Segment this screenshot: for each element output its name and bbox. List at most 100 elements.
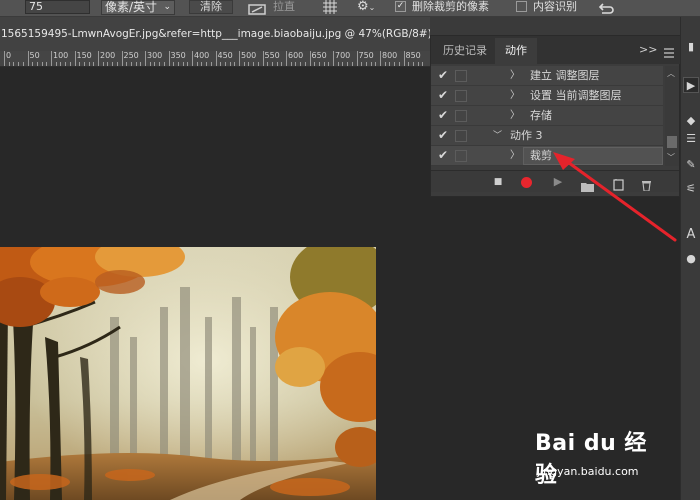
panel-collapse-icon[interactable]: >> (639, 44, 657, 56)
ruler-minor-tick (182, 62, 184, 66)
dialog-toggle-box[interactable] (455, 150, 467, 162)
ruler-minor-tick (267, 62, 269, 66)
ruler-minor-tick (328, 62, 330, 66)
chevron-down-icon[interactable]: ﹀ (493, 129, 503, 143)
ruler-minor-tick (412, 62, 414, 66)
check-icon[interactable]: ✔ (436, 128, 450, 142)
ruler-tick (192, 51, 193, 66)
ruler-label: 400 (194, 51, 210, 60)
ruler-minor-tick (394, 62, 396, 66)
play-panel-icon[interactable]: ▶ (683, 77, 699, 93)
ruler-label: 700 (335, 51, 351, 60)
ruler-tick (380, 51, 381, 66)
ruler-label: 100 (53, 51, 69, 60)
resolution-value-field[interactable]: 75 (25, 0, 90, 14)
ruler-minor-tick (389, 62, 391, 66)
ruler-label: 450 (217, 51, 233, 60)
ruler-minor-tick (281, 62, 283, 66)
ruler-minor-tick (163, 62, 165, 66)
unit-select[interactable]: 像素/英寸 ⌄ (101, 0, 175, 15)
ruler-minor-tick (337, 62, 339, 66)
check-icon[interactable]: ✔ (436, 108, 450, 122)
ruler-minor-tick (243, 62, 245, 66)
ruler-minor-tick (384, 62, 386, 66)
document-tab[interactable]: 1565159495-LmwnAvogEr.jpg&refer=http___i… (0, 17, 430, 51)
ruler-label: 50 (29, 51, 40, 60)
tab-actions[interactable]: 动作 (495, 38, 537, 64)
panel-tab-bar: 历史记录 动作 >> (431, 36, 681, 64)
ruler-minor-tick (206, 62, 208, 66)
ruler-minor-tick (173, 62, 175, 66)
straighten-button[interactable]: 拉直 (273, 0, 303, 13)
reset-icon[interactable] (597, 0, 617, 15)
right-tool-strip: ▮ ▶ ◆ ☰ ✎ ⚟ A ● (680, 17, 700, 500)
ruler-minor-tick (253, 62, 255, 66)
ruler-minor-tick (314, 62, 316, 66)
brush-settings-icon[interactable]: ⚟ (683, 181, 699, 197)
check-icon[interactable]: ✔ (436, 148, 450, 162)
delete-cropped-label: 删除裁剪的像素 (412, 0, 489, 13)
action-row-label: 建立 调整图层 (530, 69, 600, 82)
ruler-minor-tick (365, 62, 367, 66)
ruler-minor-tick (93, 62, 95, 66)
ruler-tick (145, 51, 146, 66)
scrollbar-thumb[interactable] (667, 136, 677, 148)
action-row-label: 设置 当前调整图层 (530, 89, 622, 102)
ruler-minor-tick (13, 62, 15, 66)
delete-cropped-checkbox[interactable]: ✓ (395, 1, 406, 12)
ruler-minor-tick (271, 62, 273, 66)
ruler-minor-tick (107, 62, 109, 66)
dialog-toggle-box[interactable] (455, 90, 467, 102)
panel-icon[interactable]: ▮ (683, 39, 699, 55)
character-icon[interactable]: A (683, 227, 699, 243)
check-icon[interactable]: ✔ (436, 88, 450, 102)
ruler-tick (239, 51, 240, 66)
dialog-toggle-box[interactable] (455, 110, 467, 122)
ruler-minor-tick (46, 62, 48, 66)
cube-icon[interactable]: ◆ (683, 113, 699, 129)
scroll-up-icon[interactable]: ︿ (667, 68, 675, 79)
ruler-label: 800 (382, 51, 398, 60)
action-row[interactable]: ✔ 〉 存储 (431, 106, 663, 126)
unit-select-label: 像素/英寸 (105, 0, 158, 14)
check-icon[interactable]: ✔ (436, 68, 450, 82)
ruler-tick (51, 51, 52, 66)
ruler-minor-tick (140, 62, 142, 66)
record-icon[interactable] (521, 177, 532, 188)
clear-button[interactable]: 清除 (189, 0, 233, 14)
ruler-tick (168, 51, 170, 66)
settings-gear-icon[interactable]: ⚙⌄ (357, 0, 375, 15)
ruler-label: 850 (405, 51, 421, 60)
action-set-row[interactable]: ✔ ﹀ 动作 3 (431, 126, 663, 146)
chevron-right-icon[interactable]: 〉 (510, 69, 520, 83)
ruler-tick (4, 51, 5, 66)
straighten-icon[interactable] (248, 1, 266, 15)
chevron-right-icon[interactable]: 〉 (510, 109, 520, 123)
watermark-url: jingyan.baidu.com (537, 465, 639, 478)
ruler-tick (333, 51, 334, 66)
ruler-minor-tick (234, 62, 236, 66)
ruler-minor-tick (154, 62, 156, 66)
action-row[interactable]: ✔ 〉 设置 当前调整图层 (431, 86, 663, 106)
sliders-icon[interactable]: ☰ (683, 131, 699, 147)
ruler-minor-tick (201, 62, 203, 66)
action-row[interactable]: ✔ 〉 建立 调整图层 (431, 66, 663, 86)
ruler-minor-tick (177, 62, 179, 66)
stop-icon[interactable]: ■ (491, 175, 505, 189)
dialog-toggle-box[interactable] (455, 70, 467, 82)
chevron-right-icon[interactable]: 〉 (510, 149, 520, 163)
dialog-toggle-box[interactable] (455, 130, 467, 142)
brush-icon[interactable]: ✎ (683, 157, 699, 173)
grid-overlay-icon[interactable] (322, 0, 338, 15)
options-bar: 75 像素/英寸 ⌄ 清除 拉直 ⚙⌄ ✓ 删除裁剪的像素 内容识别 (0, 0, 700, 17)
content-aware-checkbox[interactable] (516, 1, 527, 12)
ruler-label: 500 (241, 51, 257, 60)
ruler-minor-tick (210, 62, 212, 66)
tab-history[interactable]: 历史记录 (436, 38, 494, 64)
watermark-logo-text: Bai du 经验 (535, 431, 647, 488)
chevron-right-icon[interactable]: 〉 (510, 89, 520, 103)
ruler-minor-tick (36, 62, 38, 66)
ruler-tick (286, 51, 287, 66)
paragraph-icon[interactable]: ● (683, 251, 699, 267)
panel-menu-icon[interactable] (663, 44, 675, 58)
